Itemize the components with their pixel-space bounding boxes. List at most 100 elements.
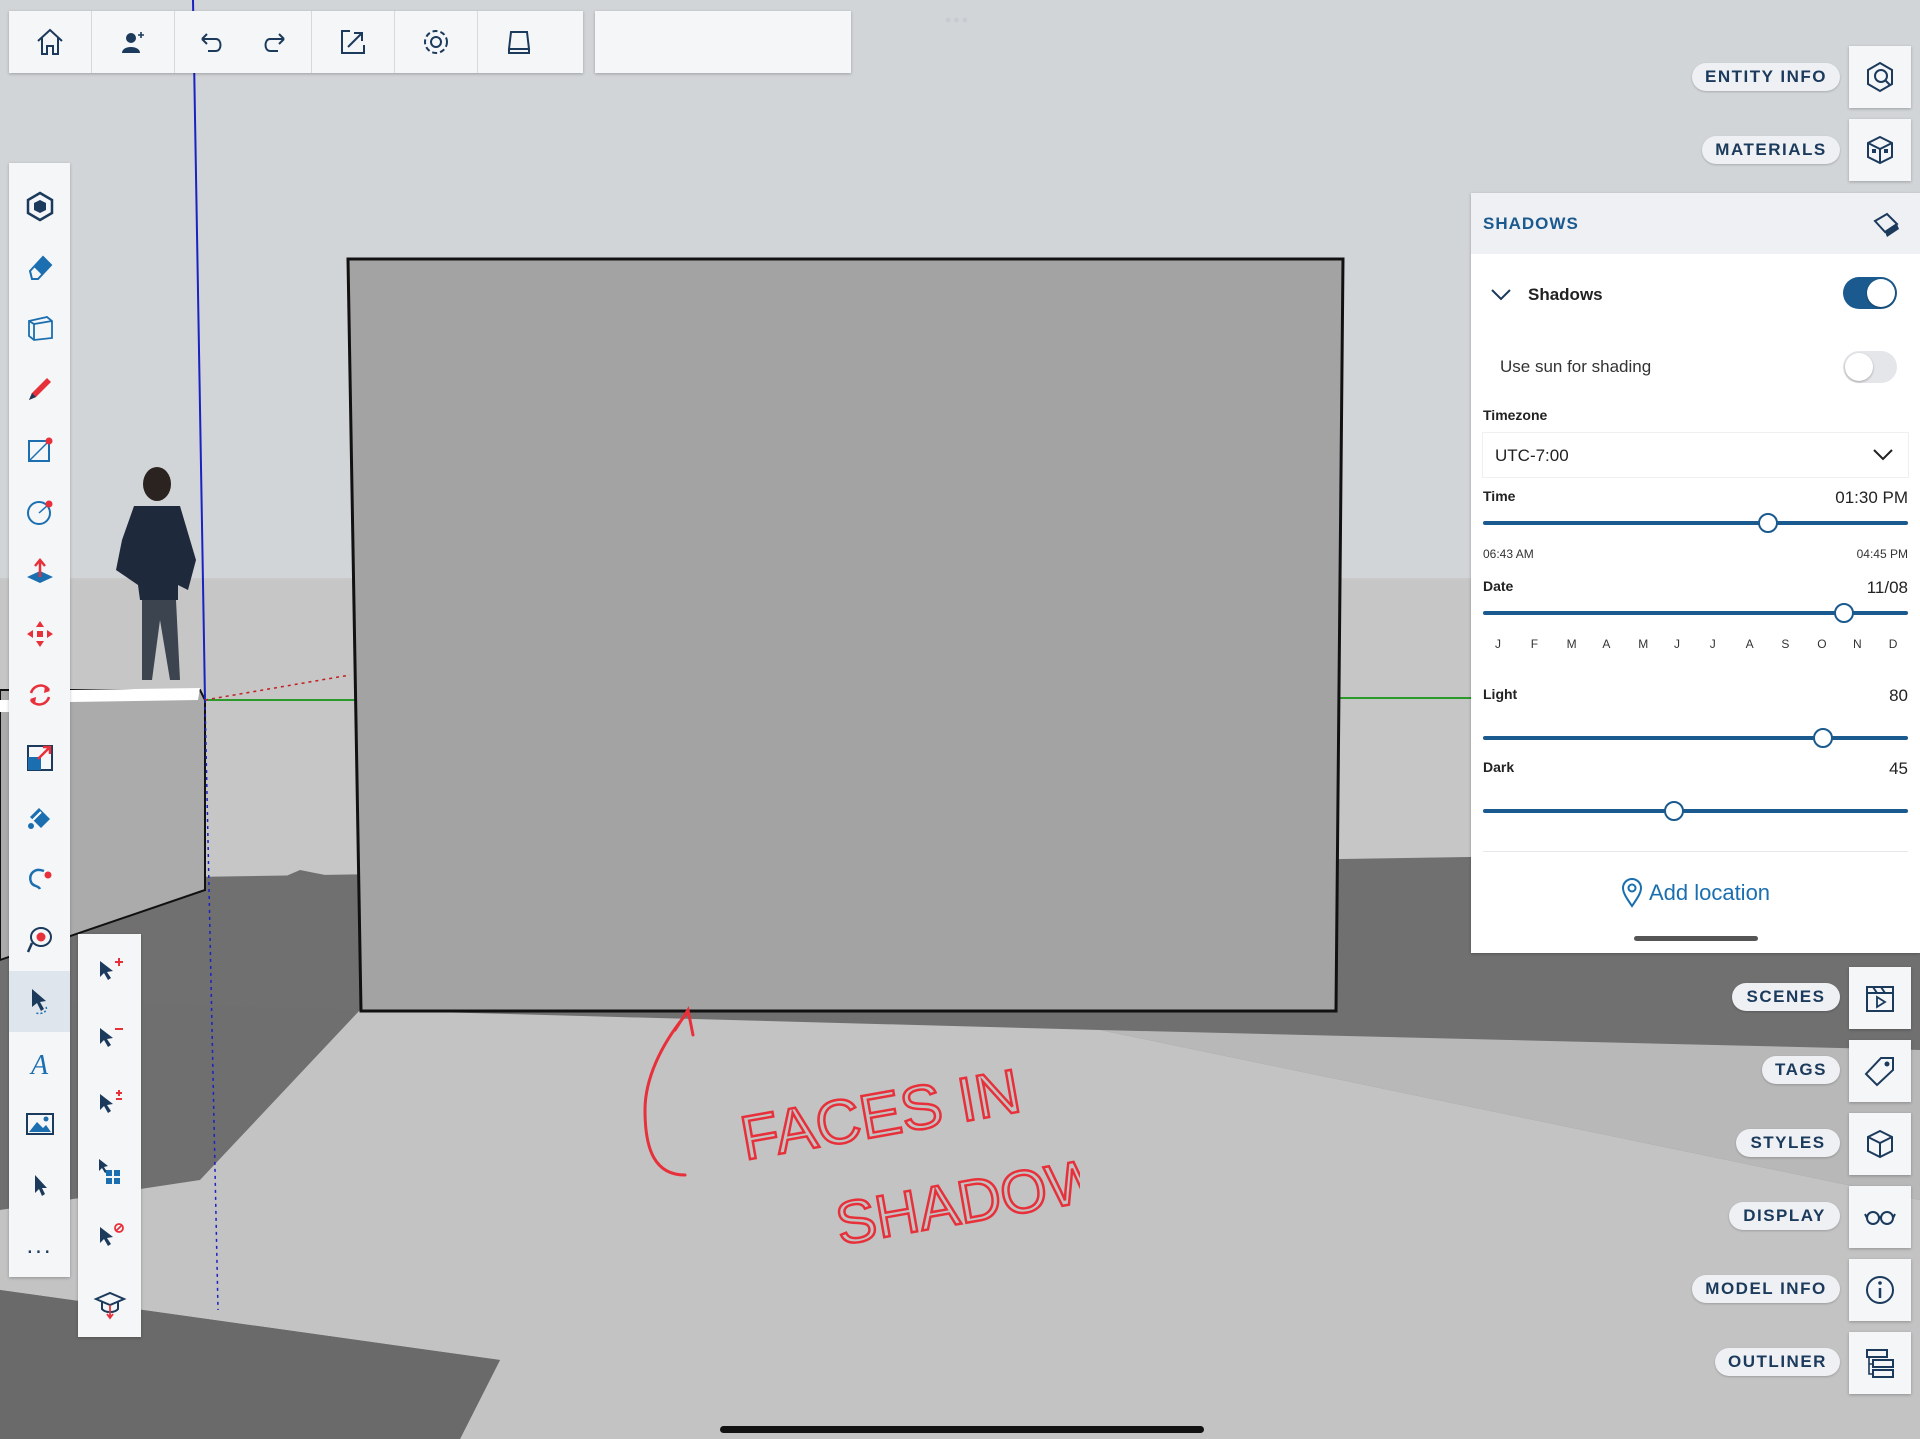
outliner-button[interactable] (1849, 1332, 1911, 1394)
month-tick-label: N (1853, 637, 1862, 651)
scale-tool[interactable] (9, 726, 70, 787)
timezone-select[interactable]: UTC-7:00 (1483, 433, 1908, 477)
paint-bucket-tool[interactable] (9, 787, 70, 848)
select-tool[interactable] (9, 970, 70, 1033)
materials-button[interactable] (1849, 119, 1911, 181)
timezone-value: UTC-7:00 (1495, 446, 1569, 465)
tray-icon (507, 31, 531, 54)
rectangle-tool[interactable] (9, 420, 70, 481)
text-tool[interactable]: A (9, 1032, 70, 1093)
lasso-tool[interactable] (9, 848, 70, 909)
component-tool[interactable] (9, 175, 70, 236)
settings-icon (424, 30, 448, 54)
move-icon (26, 621, 53, 648)
scenes-label[interactable]: SCENES (1732, 983, 1840, 1011)
pencil-tool[interactable] (9, 359, 70, 420)
move-tool[interactable] (9, 604, 70, 665)
chevron-down-icon[interactable] (1490, 287, 1512, 303)
month-tick-label: M (1566, 637, 1577, 651)
light-slider-track[interactable] (1483, 736, 1908, 740)
materials-label[interactable]: MATERIALS (1702, 136, 1840, 164)
shadows-panel-header: SHADOWS (1471, 193, 1920, 254)
tutorial-button[interactable] (78, 1271, 141, 1338)
divider (1483, 851, 1908, 852)
panel-drag-handle[interactable] (1634, 936, 1758, 941)
lasso-icon (28, 868, 51, 890)
toggle-knob (1867, 279, 1895, 307)
orbit-icon (26, 927, 52, 953)
home-icon (37, 28, 63, 55)
orbit-tool[interactable] (9, 910, 70, 971)
section-tool[interactable] (9, 297, 70, 358)
select-toggle-icon (99, 1090, 122, 1114)
model-info-button[interactable] (1849, 1259, 1911, 1321)
info-icon (1866, 1276, 1894, 1304)
use-sun-label: Use sun for shading (1500, 357, 1652, 376)
select-subtract-button[interactable] (78, 1005, 141, 1072)
shadows-panel-icon[interactable] (1869, 207, 1903, 241)
account-button[interactable] (92, 11, 174, 73)
home-indicator[interactable] (720, 1426, 1204, 1433)
dark-slider-thumb[interactable] (1664, 801, 1685, 821)
select-none-button[interactable] (78, 1204, 141, 1271)
rotate-tool[interactable] (9, 665, 70, 726)
image-tool[interactable] (9, 1093, 70, 1154)
add-location-button[interactable]: Add location (1471, 878, 1920, 908)
annotation-faces-in-shadow: FACES IN SHADOW (643, 1006, 1080, 1259)
eraser-icon (28, 255, 52, 280)
rectangle-icon (27, 437, 52, 463)
light-slider-thumb[interactable] (1813, 728, 1833, 748)
time-slider-thumb[interactable] (1757, 513, 1778, 533)
time-start-label: 06:43 AM (1483, 547, 1534, 561)
use-sun-toggle[interactable] (1843, 351, 1897, 383)
add-location-label: Add location (1648, 880, 1771, 905)
entity-info-button[interactable] (1849, 46, 1911, 108)
time-slider-track[interactable] (1483, 521, 1908, 525)
scale-icon (26, 744, 53, 771)
eraser-tool[interactable] (9, 236, 70, 297)
entity-info-label[interactable]: ENTITY INFO (1692, 63, 1840, 91)
tags-button[interactable] (1849, 1040, 1911, 1102)
pointer-icon (34, 1175, 47, 1197)
model-info-label[interactable]: MODEL INFO (1692, 1275, 1840, 1303)
export-button[interactable] (312, 11, 394, 73)
home-button[interactable] (9, 11, 91, 73)
month-ticks: JFMAMJJASOND (1483, 637, 1908, 653)
dark-slider-track[interactable] (1483, 809, 1908, 813)
month-tick-label: J (1709, 637, 1716, 651)
outliner-label[interactable]: OUTLINER (1715, 1348, 1840, 1376)
annotation-line1: FACES IN (735, 1057, 1025, 1174)
styles-icon (1867, 1129, 1893, 1159)
date-slider-thumb[interactable] (1834, 603, 1855, 623)
tags-label[interactable]: TAGS (1762, 1056, 1840, 1084)
push-pull-tool[interactable] (9, 542, 70, 603)
time-label: Time (1483, 488, 1516, 504)
redo-icon (264, 33, 285, 52)
redo-button[interactable] (243, 11, 311, 73)
scenes-button[interactable] (1849, 967, 1911, 1029)
more-tools-button[interactable]: ... (9, 1216, 70, 1277)
time-value: 01:30 PM (1835, 488, 1908, 507)
styles-label[interactable]: STYLES (1736, 1129, 1840, 1157)
select-toggle-button[interactable] (78, 1071, 141, 1138)
undo-icon (201, 33, 222, 52)
display-button[interactable] (1849, 1186, 1911, 1248)
pointer-tool[interactable] (9, 1155, 70, 1216)
glasses-icon (1864, 1211, 1896, 1225)
search-field[interactable] (595, 11, 851, 73)
window-grip[interactable]: ••• (945, 10, 970, 31)
styles-button[interactable] (1849, 1113, 1911, 1175)
month-tick-label: M (1638, 637, 1649, 651)
settings-button[interactable] (395, 11, 477, 73)
undo-button[interactable] (175, 11, 243, 73)
circle-tool[interactable] (9, 481, 70, 542)
select-add-button[interactable] (78, 938, 141, 1005)
display-label[interactable]: DISPLAY (1729, 1202, 1840, 1230)
rotate-icon (29, 684, 50, 707)
shadows-toggle[interactable] (1843, 277, 1897, 309)
select-all-button[interactable] (78, 1138, 141, 1205)
light-value: 80 (1889, 686, 1908, 705)
tray-button[interactable] (478, 11, 560, 73)
tutorial-icon (92, 1291, 127, 1320)
export-icon (341, 30, 365, 54)
